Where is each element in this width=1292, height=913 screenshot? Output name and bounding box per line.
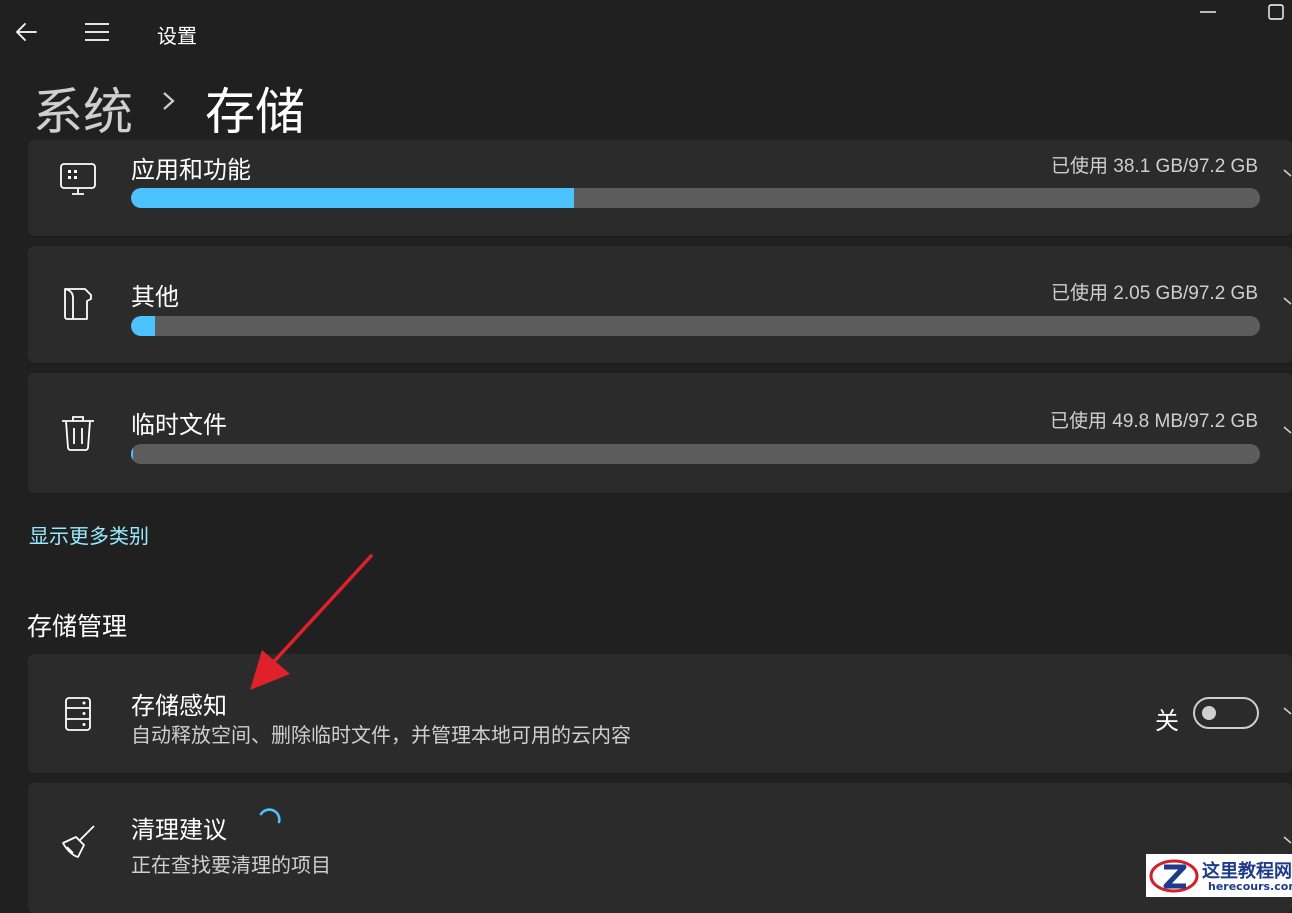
category-title: 其他 xyxy=(131,284,179,311)
minimize-icon[interactable] xyxy=(1196,0,1220,24)
storage-sense-toggle[interactable] xyxy=(1193,697,1259,729)
watermark-z-icon xyxy=(1148,856,1202,895)
usage-bar-fill xyxy=(131,188,574,208)
loading-spinner-icon xyxy=(250,806,284,840)
usage-bar xyxy=(131,316,1260,336)
category-usage: 已使用 49.8 MB/97.2 GB xyxy=(1049,411,1258,432)
broom-icon xyxy=(58,823,98,863)
usage-bar-fill xyxy=(131,316,155,336)
page-title: 存储 xyxy=(205,84,305,140)
usage-bar-fill xyxy=(131,444,134,464)
hamburger-menu-icon[interactable] xyxy=(82,17,112,47)
category-card-apps[interactable]: 应用和功能 已使用 38.1 GB/97.2 GB xyxy=(28,140,1292,236)
usage-bar xyxy=(131,188,1260,208)
toggle-state-label: 关 xyxy=(1155,708,1179,735)
category-card-other[interactable]: 其他 已使用 2.05 GB/97.2 GB xyxy=(28,246,1292,363)
category-title: 临时文件 xyxy=(131,412,227,439)
chevron-right-icon xyxy=(1282,421,1292,445)
maximize-icon[interactable] xyxy=(1264,0,1288,24)
storage-sense-card[interactable]: 存储感知 自动释放空间、删除临时文件，并管理本地可用的云内容 关 xyxy=(28,654,1292,773)
document-icon xyxy=(58,284,98,324)
cleanup-recommendations-card[interactable]: 清理建议 正在查找要清理的项目 xyxy=(28,783,1292,913)
breadcrumb-chevron-icon xyxy=(156,84,182,118)
chevron-right-icon xyxy=(1282,702,1292,726)
storage-server-icon xyxy=(58,694,98,734)
cleanup-title: 清理建议 xyxy=(131,817,227,844)
show-more-categories-link[interactable]: 显示更多类别 xyxy=(29,520,149,549)
trash-icon xyxy=(58,413,98,453)
storage-sense-title: 存储感知 xyxy=(131,693,227,720)
storage-sense-subtitle: 自动释放空间、删除临时文件，并管理本地可用的云内容 xyxy=(131,725,631,747)
cleanup-subtitle: 正在查找要清理的项目 xyxy=(131,855,331,877)
toggle-knob xyxy=(1202,706,1216,720)
category-usage: 已使用 2.05 GB/97.2 GB xyxy=(1051,283,1258,304)
breadcrumb-system[interactable]: 系统 xyxy=(33,72,133,144)
chevron-right-icon xyxy=(1282,831,1292,855)
category-card-temp[interactable]: 临时文件 已使用 49.8 MB/97.2 GB xyxy=(28,373,1292,493)
usage-bar xyxy=(131,444,1260,464)
storage-management-heading: 存储管理 xyxy=(27,613,128,641)
category-title: 应用和功能 xyxy=(131,157,251,184)
apps-icon xyxy=(58,159,98,199)
chevron-right-icon xyxy=(1282,164,1292,188)
category-usage: 已使用 38.1 GB/97.2 GB xyxy=(1051,156,1258,177)
watermark-logo: 这里教程网 herecours.com xyxy=(1146,854,1292,897)
back-arrow-icon[interactable] xyxy=(12,17,42,47)
watermark-url: herecours.com xyxy=(1208,880,1292,893)
app-title: 设置 xyxy=(157,26,197,48)
chevron-right-icon xyxy=(1282,292,1292,316)
annotation-arrow xyxy=(240,550,380,695)
